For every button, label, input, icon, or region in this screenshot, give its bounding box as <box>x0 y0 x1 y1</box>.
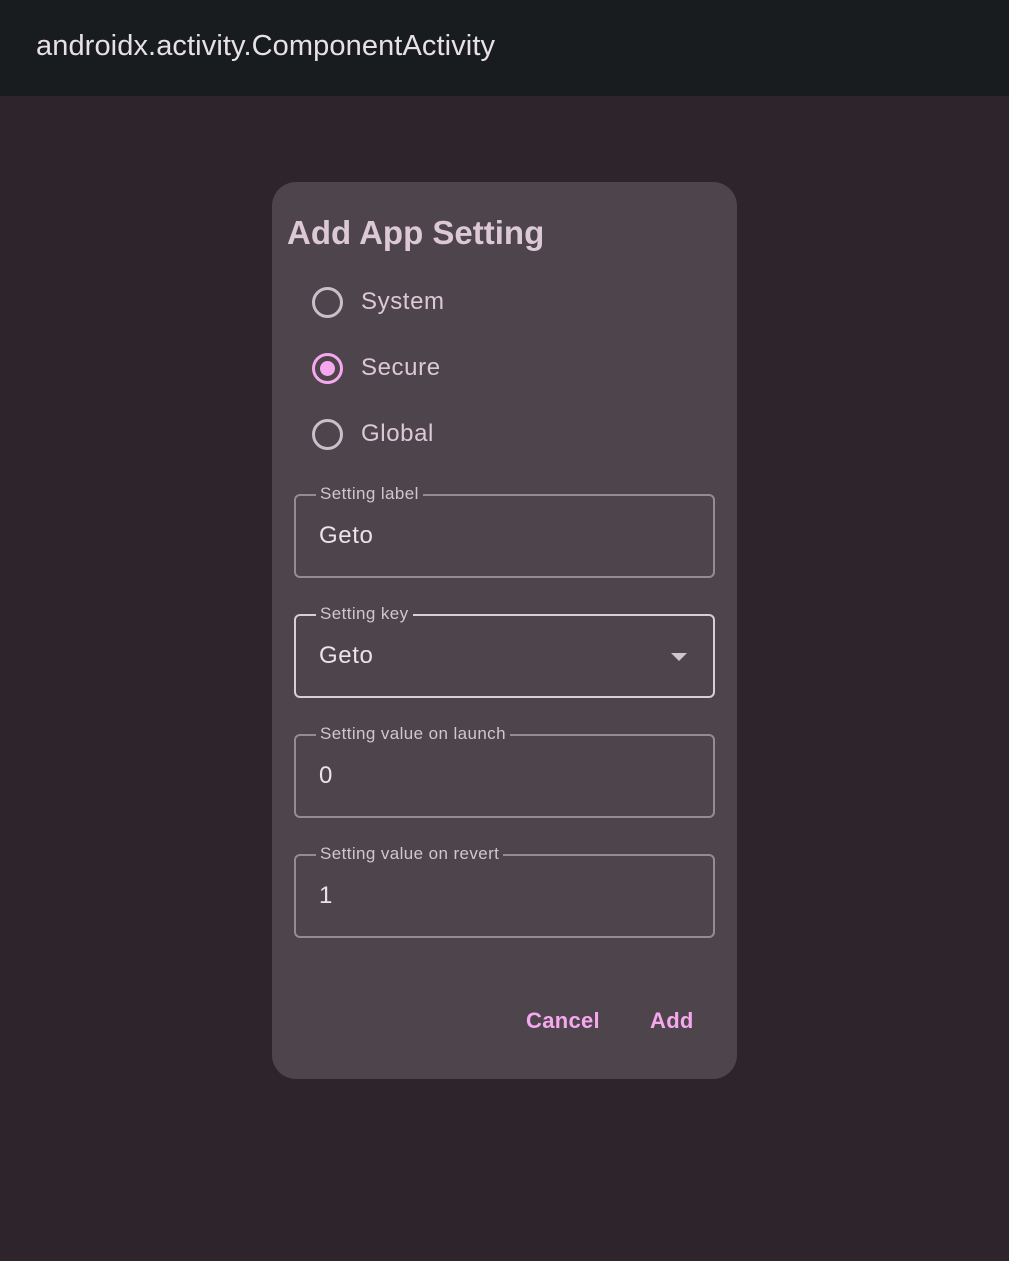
setting-key-field-label: Setting key <box>316 602 413 626</box>
setting-value-on-revert-field-label: Setting value on revert <box>316 842 504 866</box>
setting-value-on-launch-field-label: Setting value on launch <box>316 722 510 746</box>
setting-value-on-launch-input[interactable]: 0 <box>319 762 333 790</box>
dropdown-arrow-icon[interactable] <box>671 653 687 661</box>
radio-label-secure: Secure <box>361 354 441 381</box>
radio-button-icon[interactable] <box>312 418 343 450</box>
setting-key-input[interactable]: Geto <box>319 642 373 670</box>
setting-key-dropdown[interactable]: Setting key Geto <box>294 602 715 698</box>
setting-label-field-label: Setting label <box>316 482 423 506</box>
setting-value-on-revert-input[interactable]: 1 <box>319 882 333 910</box>
setting-label-field[interactable]: Setting label Geto <box>294 482 715 578</box>
setting-value-on-revert-field[interactable]: Setting value on revert 1 <box>294 842 715 938</box>
app-bar-title: androidx.activity.ComponentActivity <box>36 30 496 62</box>
radio-button-icon[interactable] <box>312 286 343 318</box>
dialog-title: Add App Setting <box>287 214 545 251</box>
setting-label-input[interactable]: Geto <box>319 522 373 550</box>
radio-option-system[interactable]: System <box>312 282 692 322</box>
radio-label-system: System <box>361 288 445 315</box>
cancel-button[interactable]: Cancel <box>526 1004 600 1038</box>
app-bar: androidx.activity.ComponentActivity <box>0 0 1009 96</box>
radio-label-global: Global <box>361 420 434 447</box>
radio-button-selected-icon[interactable] <box>312 352 343 384</box>
radio-option-secure[interactable]: Secure <box>312 348 692 388</box>
setting-value-on-launch-field[interactable]: Setting value on launch 0 <box>294 722 715 818</box>
radio-option-global[interactable]: Global <box>312 414 692 454</box>
add-app-setting-dialog: Add App Setting System Secure Global Set… <box>272 182 737 1079</box>
add-button[interactable]: Add <box>650 1004 694 1038</box>
